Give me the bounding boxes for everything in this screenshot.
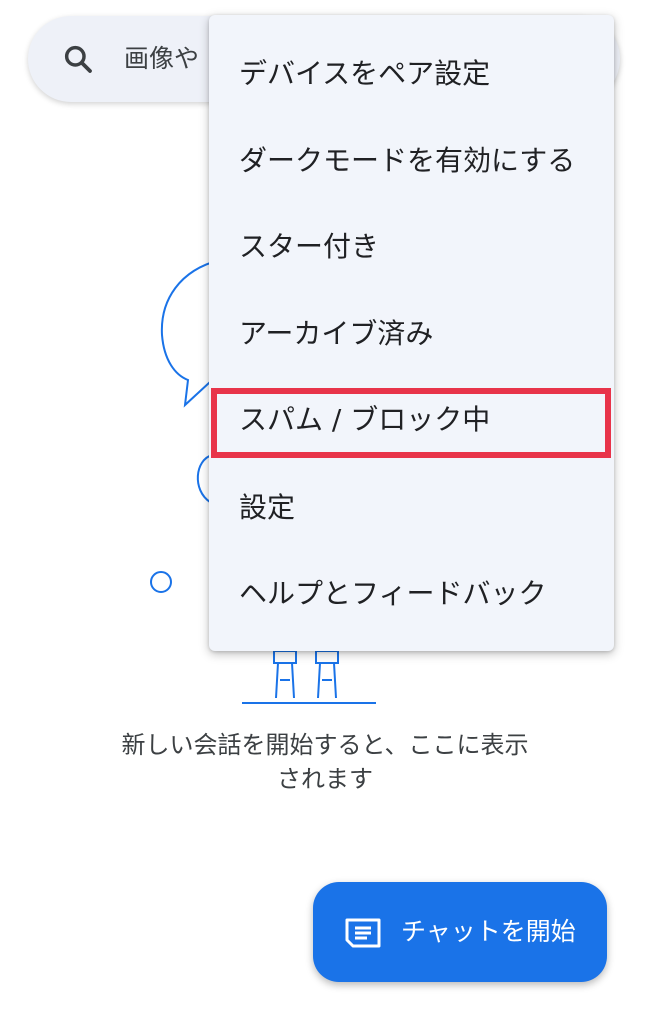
- menu-item-label: スター付き: [239, 230, 380, 263]
- start-chat-button[interactable]: チャットを開始: [313, 882, 607, 982]
- menu-item-label: ダークモードを有効にする: [239, 144, 576, 177]
- empty-state-message: 新しい会話を開始すると、ここに表示 されます: [0, 728, 650, 796]
- empty-state-line2: されます: [277, 765, 373, 793]
- menu-item-pair-device[interactable]: デバイスをペア設定: [209, 30, 614, 116]
- figure-legs: [273, 650, 339, 699]
- menu-item-label: スパム / ブロック中: [239, 403, 491, 436]
- menu-item-dark-mode[interactable]: ダークモードを有効にする: [209, 117, 614, 203]
- menu-item-label: デバイスをペア設定: [239, 57, 491, 90]
- start-chat-label: チャットを開始: [401, 917, 576, 946]
- menu-item-archived[interactable]: アーカイブ済み: [209, 290, 614, 376]
- small-bubble: [150, 571, 172, 593]
- menu-item-spam-blocked[interactable]: スパム / ブロック中: [209, 376, 614, 462]
- menu-item-settings[interactable]: 設定: [209, 464, 614, 550]
- search-icon: [64, 45, 92, 73]
- search-placeholder: 画像や: [124, 44, 200, 73]
- menu-item-label: ヘルプとフィードバック: [239, 577, 547, 610]
- menu-item-label: アーカイブ済み: [239, 317, 434, 350]
- menu-item-starred[interactable]: スター付き: [209, 203, 614, 289]
- message-icon: [345, 918, 381, 948]
- menu-item-label: 設定: [239, 491, 296, 524]
- menu-item-help-feedback[interactable]: ヘルプとフィードバック: [209, 550, 614, 636]
- empty-state-line1: 新しい会話を開始すると、ここに表示: [121, 731, 529, 759]
- overflow-menu: デバイスをペア設定 ダークモードを有効にする スター付き アーカイブ済み スパム…: [209, 15, 614, 651]
